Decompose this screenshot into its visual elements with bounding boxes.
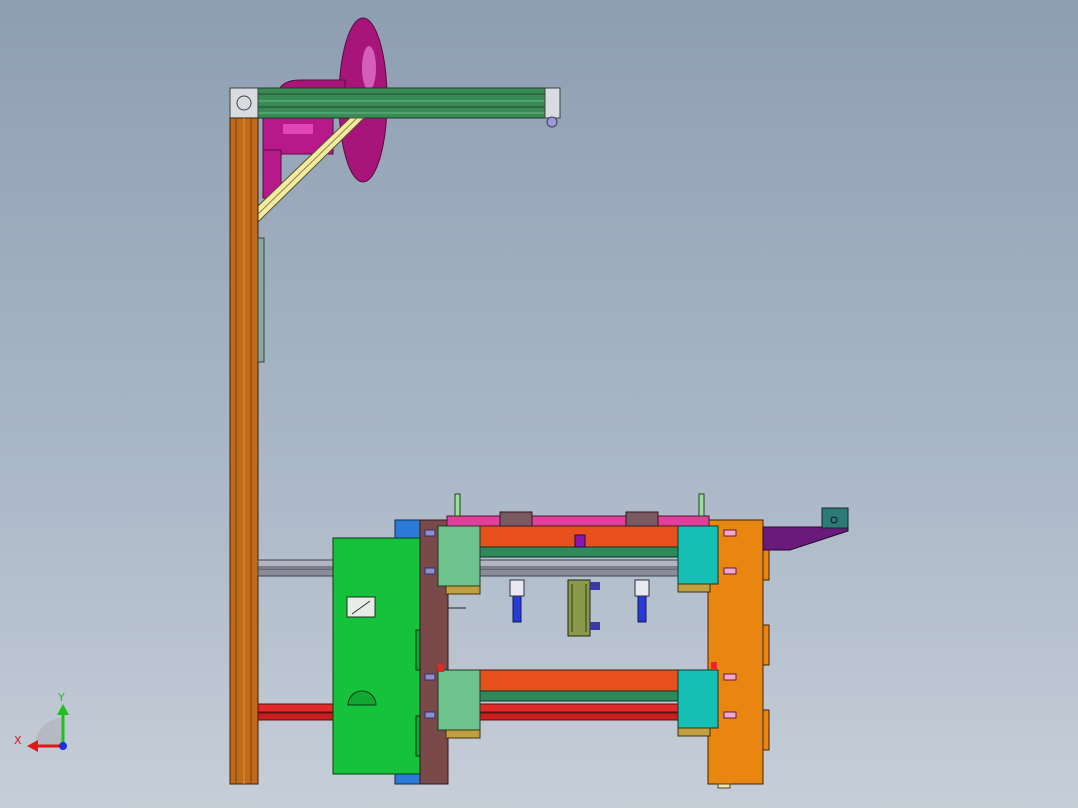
upper-shaft: [479, 546, 681, 558]
green-housing: [332, 537, 423, 775]
beam-end-cap-right: [544, 87, 561, 119]
clamp-right: [625, 511, 659, 527]
guide-pin-left: [454, 493, 461, 517]
lower-carriage: [437, 662, 719, 739]
clamp-left: [499, 511, 533, 527]
upper-right-bearing: [677, 525, 719, 585]
center-actuator: [567, 579, 591, 637]
lower-shaft: [479, 690, 681, 702]
pink-strip: [446, 515, 710, 527]
z-axis-dot: [59, 742, 67, 750]
triad-quarter-disc: [35, 718, 63, 746]
purple-fitting: [574, 534, 586, 548]
x-axis-label: X: [14, 734, 22, 747]
lower-orange-block: [479, 669, 681, 693]
column-cable-tray: [257, 237, 265, 363]
purple-bracket: [762, 526, 849, 551]
assembly-drawing: Y X: [14, 17, 849, 789]
pipe-highlight: [362, 46, 376, 90]
lower-right-bearing: [677, 669, 719, 729]
lower-left-bearing: [437, 669, 481, 731]
blue-base-top: [394, 519, 421, 541]
beam-end-knob: [546, 116, 558, 128]
y-axis-label: Y: [57, 691, 65, 704]
axis-triad: Y X: [14, 691, 69, 752]
vertical-column: [229, 117, 259, 785]
cad-viewport[interactable]: Y X: [0, 0, 1078, 808]
upper-left-bearing: [437, 525, 481, 587]
pipe-manifold-highlight: [283, 124, 313, 134]
guide-pin-right: [698, 493, 705, 517]
beam-end-cap-left: [229, 87, 259, 119]
sensor-box: [821, 507, 849, 529]
